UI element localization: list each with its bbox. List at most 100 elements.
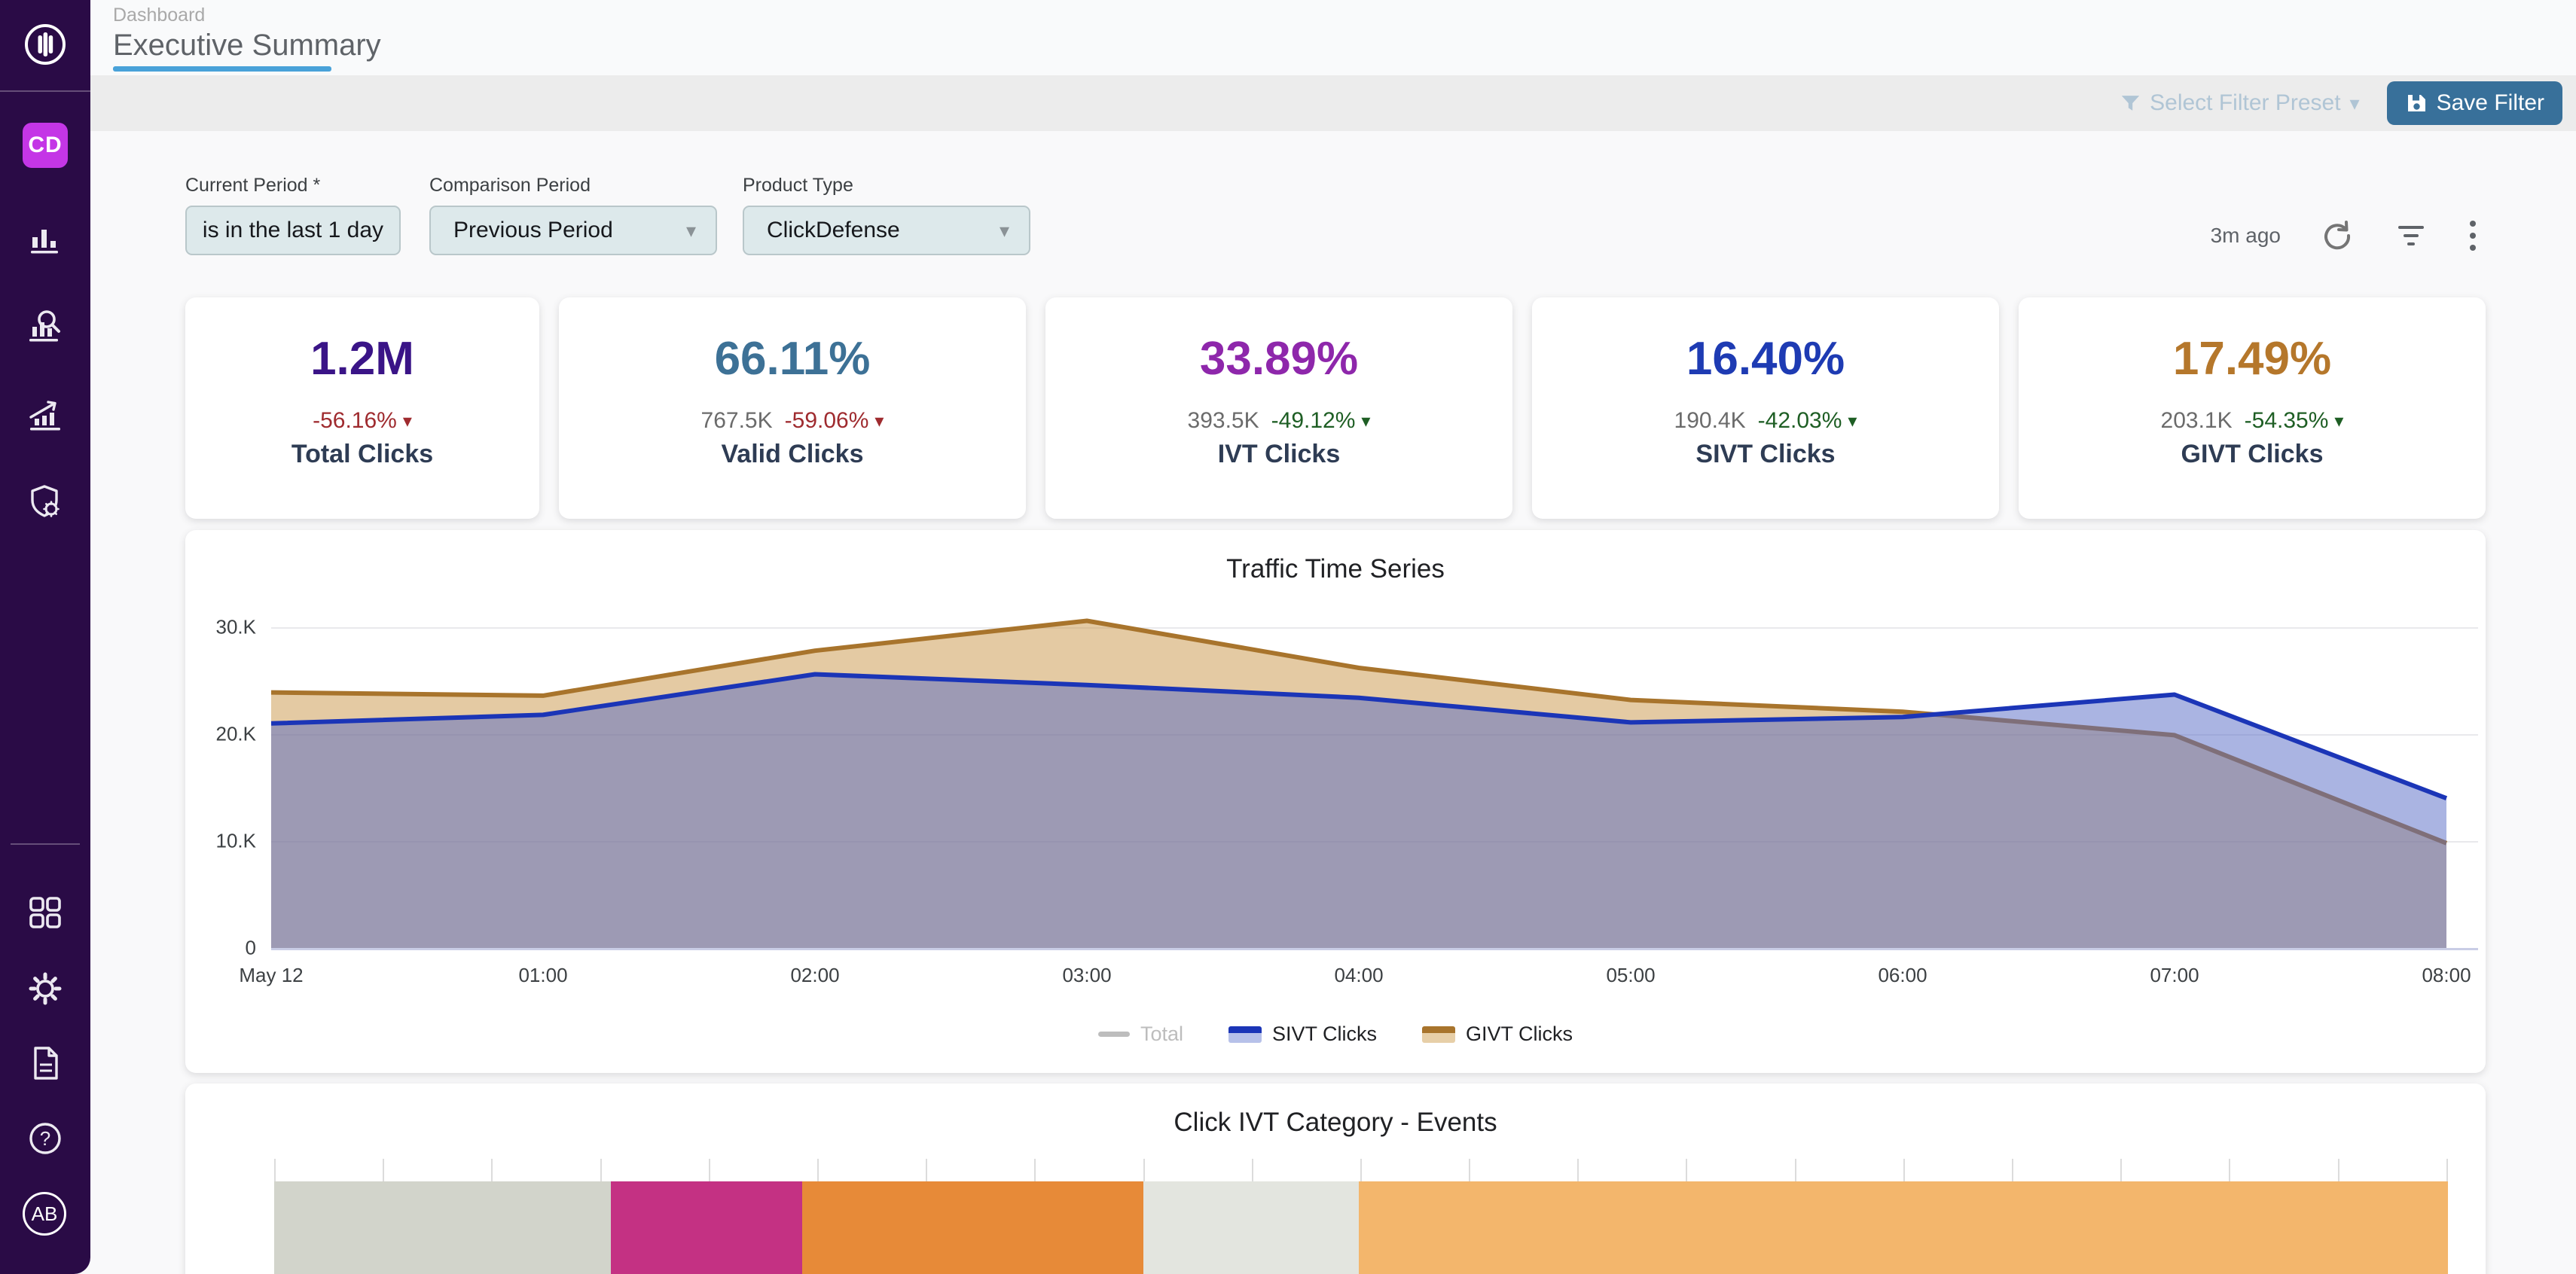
page-title-tab[interactable]: Executive Summary — [113, 29, 381, 62]
app-root: CD — [0, 0, 2576, 1274]
sidebar-divider-bottom — [11, 843, 80, 845]
filter-comparison-period: Comparison Period Previous Period ▾ — [429, 175, 717, 255]
filter-label: Comparison Period — [429, 175, 717, 197]
time-series-plot — [271, 593, 2478, 950]
kpi-sub-row: 393.5K -49.12% ▾ — [1188, 408, 1371, 434]
caret-down-icon: ▾ — [874, 410, 884, 432]
x-tick-label: 05:00 — [1606, 964, 1655, 987]
chart-search-icon — [24, 306, 66, 349]
sidebar-item-clickdefense[interactable]: CD — [23, 123, 68, 168]
axis-tick — [2229, 1159, 2230, 1181]
legend-label: Total — [1140, 1023, 1183, 1046]
axis-tick — [1903, 1159, 1905, 1181]
chevron-down-icon: ▾ — [2350, 92, 2360, 115]
kpi-label: SIVT Clicks — [1695, 440, 1835, 469]
x-tick-label: 07:00 — [2150, 964, 2199, 987]
sidebar-item-protection[interactable] — [0, 481, 90, 523]
axis-tick — [1252, 1159, 1253, 1181]
product-type-select[interactable]: ClickDefense ▾ — [743, 206, 1030, 255]
save-icon — [2405, 92, 2428, 114]
bar-segment-segment-1[interactable] — [274, 1181, 611, 1274]
avatar-initials: AB — [32, 1202, 58, 1226]
filter-current-period: Current Period * is in the last 1 day — [185, 175, 401, 255]
kpi-value: 16.40% — [1686, 332, 1845, 386]
legend-item[interactable]: SIVT Clicks — [1228, 1023, 1377, 1046]
sidebar-item-reports[interactable] — [0, 219, 90, 258]
user-avatar[interactable]: AB — [23, 1192, 66, 1236]
traffic-time-series-card: Traffic Time Series 30.K20.K10.K0 May 12… — [185, 530, 2486, 1073]
axis-tick — [1360, 1159, 1362, 1181]
axis-tick — [491, 1159, 493, 1181]
axis-tick — [383, 1159, 384, 1181]
kpi-delta-value: -42.03% — [1758, 408, 1842, 434]
kpi-label: IVT Clicks — [1218, 440, 1341, 469]
sidebar-item-analytics-explore[interactable] — [0, 306, 90, 349]
kpi-label: GIVT Clicks — [2181, 440, 2324, 469]
kpi-previous-value: 190.4K — [1674, 408, 1746, 434]
y-tick-label: 30.K — [216, 616, 257, 639]
axis-tick — [1143, 1159, 1145, 1181]
sidebar-item-help[interactable]: ? — [0, 1119, 90, 1158]
help-icon: ? — [26, 1119, 65, 1158]
kpi-sub-row: 767.5K -59.06% ▾ — [701, 408, 884, 434]
x-axis-labels: May 1201:0002:0003:0004:0005:0006:0007:0… — [271, 964, 2478, 989]
app-logo[interactable] — [0, 23, 90, 66]
chevron-down-icon: ▾ — [686, 219, 696, 242]
bar-segment-segment-4[interactable] — [1143, 1181, 1359, 1274]
sidebar-divider-top — [0, 90, 90, 92]
kpi-value: 1.2M — [310, 332, 414, 386]
kebab-menu-icon — [2468, 218, 2478, 254]
filter-list-button[interactable] — [2394, 221, 2428, 251]
save-filter-button[interactable]: Save Filter — [2387, 81, 2562, 125]
x-tick-label: 01:00 — [518, 964, 567, 987]
refresh-button[interactable] — [2320, 218, 2355, 253]
dashboard-toolbar: 3m ago — [2211, 218, 2478, 254]
sidebar-item-apps[interactable] — [0, 893, 90, 932]
legend-label: SIVT Clicks — [1272, 1023, 1377, 1046]
axis-tick — [274, 1159, 276, 1181]
x-tick-label: 08:00 — [2422, 964, 2471, 987]
kpi-card-total-clicks: 1.2M -56.16% ▾ Total Clicks — [185, 297, 539, 519]
kpi-row: 1.2M -56.16% ▾ Total Clicks 66.11% 767.5… — [185, 297, 2486, 519]
preset-label: Select Filter Preset — [2150, 90, 2340, 116]
comparison-period-select[interactable]: Previous Period ▾ — [429, 206, 717, 255]
filter-lines-icon — [2394, 221, 2428, 251]
kpi-delta-value: -56.16% — [313, 408, 397, 434]
filter-label: Product Type — [743, 175, 1030, 197]
bar-segment-segment-3[interactable] — [802, 1181, 1143, 1274]
axis-tick — [2012, 1159, 2013, 1181]
refresh-icon — [2320, 218, 2355, 253]
filter-preset-strip: Select Filter Preset ▾ Save Filter — [90, 75, 2576, 131]
kpi-delta: -42.03% ▾ — [1758, 408, 1857, 434]
legend-item[interactable]: GIVT Clicks — [1422, 1023, 1573, 1046]
logo-icon — [23, 23, 67, 66]
current-period-input[interactable]: is in the last 1 day — [185, 206, 401, 255]
caret-down-icon: ▾ — [1848, 410, 1857, 432]
legend-item[interactable]: Total — [1098, 1023, 1183, 1046]
sidebar-item-settings[interactable] — [0, 968, 90, 1009]
kpi-label: Valid Clicks — [722, 440, 864, 469]
select-filter-preset-button[interactable]: Select Filter Preset ▾ — [2120, 90, 2359, 116]
more-options-button[interactable] — [2468, 218, 2478, 254]
trend-up-icon — [24, 394, 66, 436]
axis-tick — [709, 1159, 710, 1181]
active-tab-underline — [113, 66, 331, 72]
chart-legend: Total SIVT Clicks GIVT Clicks — [185, 1023, 2486, 1046]
y-axis-labels: 30.K20.K10.K0 — [185, 593, 264, 950]
bar-segment-segment-2[interactable] — [611, 1181, 802, 1274]
sidebar-item-performance[interactable] — [0, 394, 90, 436]
sidebar-item-docs[interactable] — [0, 1044, 90, 1083]
axis-tick — [1469, 1159, 1470, 1181]
axis-tick — [2120, 1159, 2122, 1181]
click-ivt-category-card: Click IVT Category - Events — [185, 1084, 2486, 1274]
kpi-previous-value: 767.5K — [701, 408, 773, 434]
filter-product-type: Product Type ClickDefense ▾ — [743, 175, 1030, 255]
funnel-icon — [2120, 93, 2141, 113]
chart-title: Click IVT Category - Events — [185, 1108, 2486, 1138]
filters-row: Current Period * is in the last 1 day Co… — [185, 175, 2486, 255]
kpi-delta-value: -54.35% — [2245, 408, 2329, 434]
legend-label: GIVT Clicks — [1466, 1023, 1573, 1046]
chevron-down-icon: ▾ — [1000, 219, 1009, 242]
bar-segment-segment-5[interactable] — [1359, 1181, 2448, 1274]
axis-tick — [2338, 1159, 2339, 1181]
